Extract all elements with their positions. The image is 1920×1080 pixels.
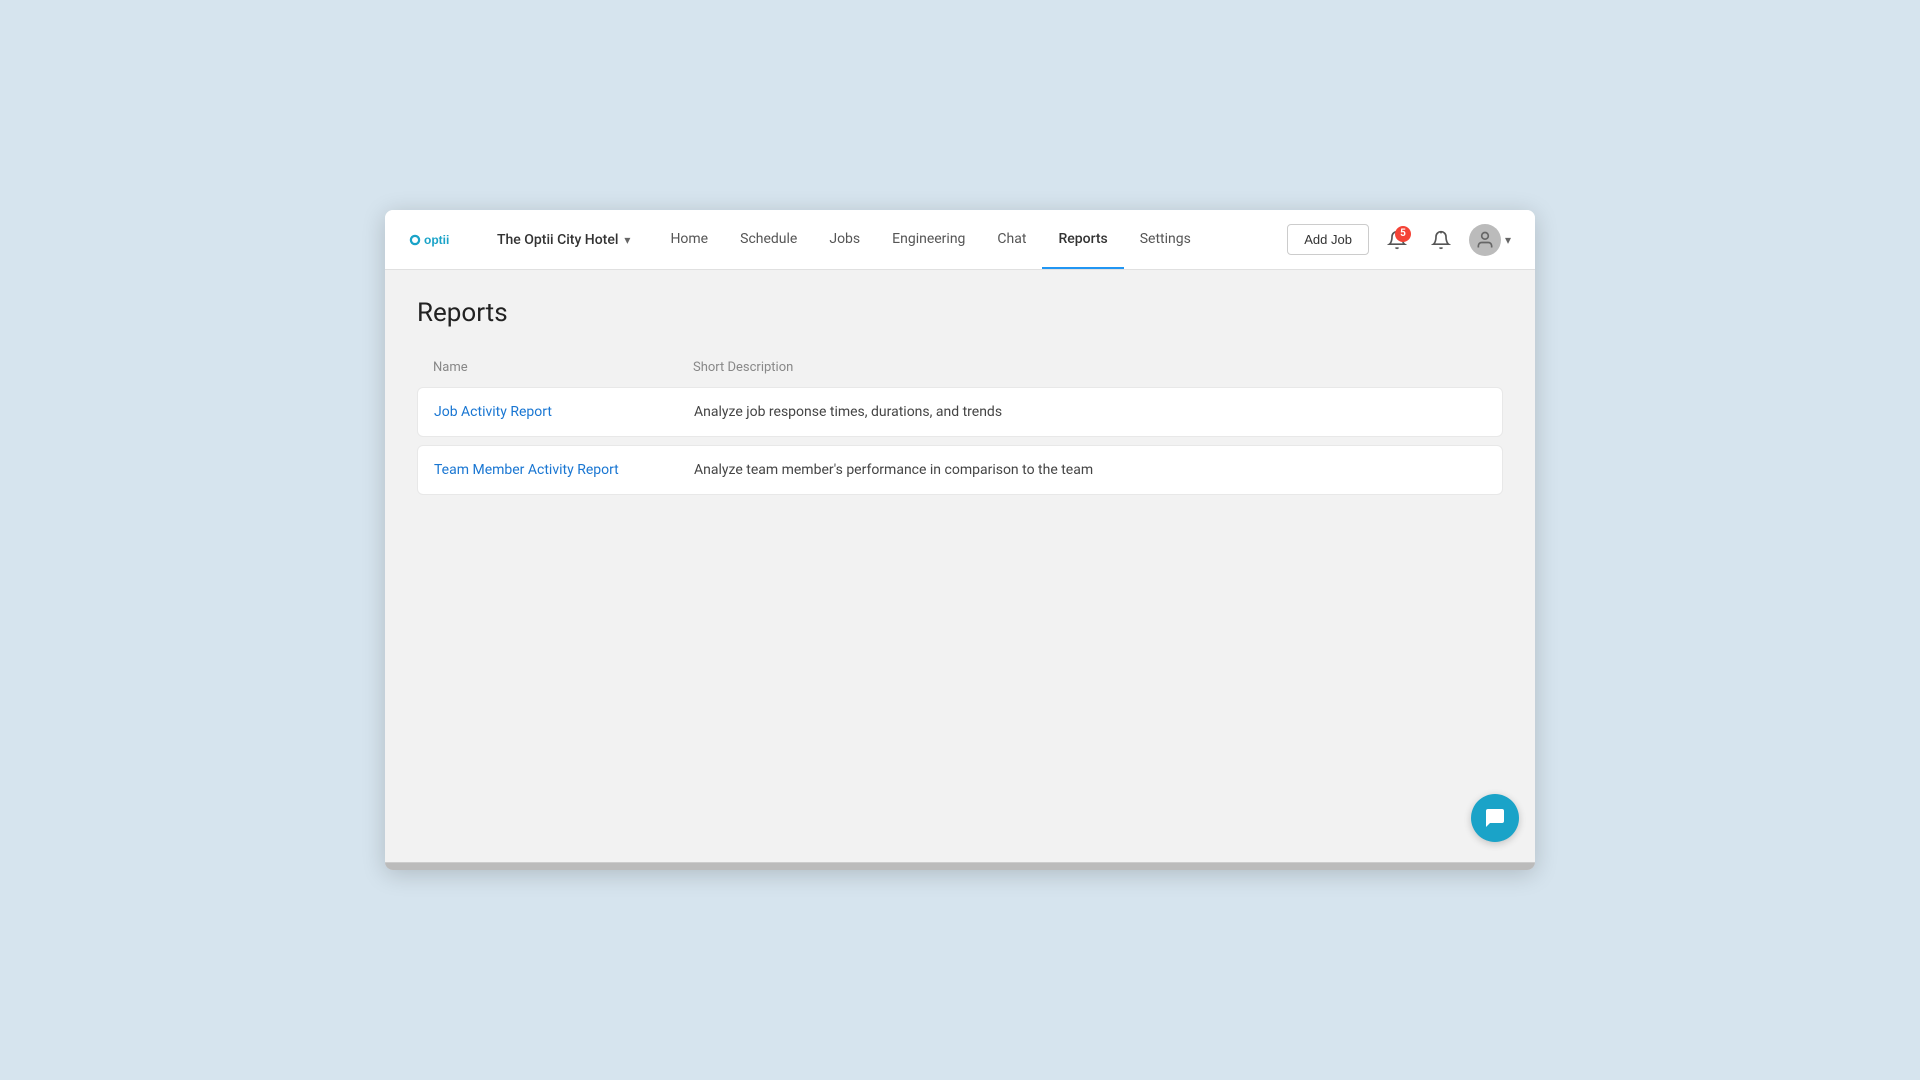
report-name-job-activity[interactable]: Job Activity Report [434, 404, 694, 420]
browser-window: optii The Optii City Hotel ▾ Home Schedu… [385, 210, 1535, 870]
main-nav: Home Schedule Jobs Engineering Chat Repo… [654, 210, 1287, 269]
main-content: Reports Name Short Description Job Activ… [385, 270, 1535, 862]
header-actions: Add Job 5 [1287, 224, 1511, 256]
nav-item-settings[interactable]: Settings [1124, 210, 1207, 269]
scrollbar-thumb[interactable] [385, 863, 1535, 870]
nav-item-schedule[interactable]: Schedule [724, 210, 813, 269]
svg-text:optii: optii [424, 232, 449, 246]
chevron-down-icon: ▾ [624, 233, 630, 247]
chat-icon [1483, 806, 1507, 830]
user-avatar [1469, 224, 1501, 256]
app-header: optii The Optii City Hotel ▾ Home Schedu… [385, 210, 1535, 270]
notification-badge: 5 [1395, 226, 1411, 242]
nav-item-reports[interactable]: Reports [1042, 210, 1123, 269]
alert-icon [1431, 230, 1451, 250]
user-menu[interactable]: ▾ [1469, 224, 1511, 256]
table-row[interactable]: Team Member Activity Report Analyze team… [417, 445, 1503, 495]
notifications-button[interactable]: 5 [1381, 224, 1413, 256]
column-header-name: Name [433, 360, 693, 375]
nav-item-home[interactable]: Home [654, 210, 724, 269]
reports-table: Name Short Description Job Activity Repo… [417, 352, 1503, 495]
user-chevron-icon: ▾ [1505, 233, 1511, 247]
hotel-selector[interactable]: The Optii City Hotel ▾ [489, 228, 638, 252]
logo-area: optii [409, 226, 469, 254]
page-title: Reports [417, 298, 1503, 328]
chat-support-button[interactable] [1471, 794, 1519, 842]
hotel-name: The Optii City Hotel [497, 232, 618, 248]
nav-item-chat[interactable]: Chat [981, 210, 1042, 269]
report-name-team-member[interactable]: Team Member Activity Report [434, 462, 694, 478]
optii-logo: optii [409, 226, 469, 254]
table-header: Name Short Description [417, 352, 1503, 383]
nav-item-engineering[interactable]: Engineering [876, 210, 981, 269]
report-desc-team-member: Analyze team member's performance in com… [694, 462, 1486, 478]
nav-item-jobs[interactable]: Jobs [813, 210, 876, 269]
alert-button[interactable] [1425, 224, 1457, 256]
scrollbar[interactable] [385, 862, 1535, 870]
avatar-icon [1475, 230, 1495, 250]
add-job-button[interactable]: Add Job [1287, 224, 1369, 255]
column-header-description: Short Description [693, 360, 1487, 375]
table-row[interactable]: Job Activity Report Analyze job response… [417, 387, 1503, 437]
report-desc-job-activity: Analyze job response times, durations, a… [694, 404, 1486, 420]
